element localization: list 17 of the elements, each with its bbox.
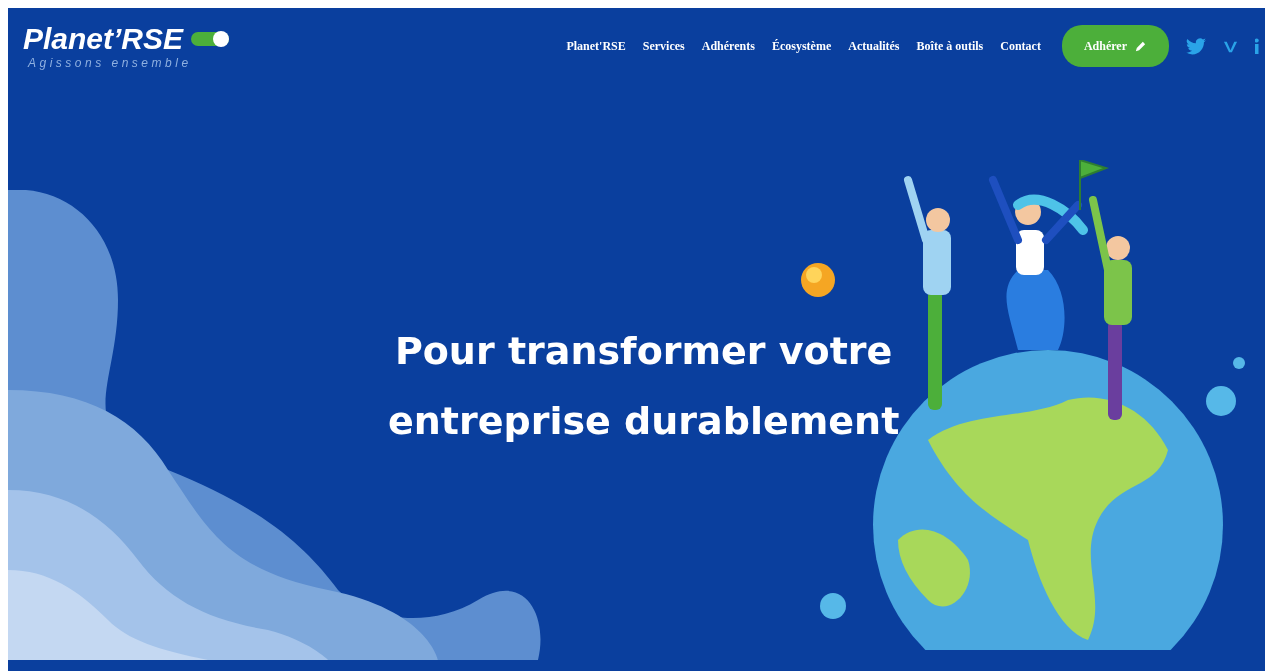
bubble-icon (1206, 386, 1236, 416)
nav-link[interactable]: Actualités (848, 38, 900, 54)
bubble-icon (820, 593, 846, 619)
nav-link[interactable]: Écosystème (771, 38, 832, 54)
pencil-icon (1134, 39, 1147, 53)
hero-headline: Pour transformer votre entreprise durablement (388, 328, 900, 445)
nav-link[interactable]: Contact (1000, 38, 1041, 54)
nav-link[interactable]: Planet'RSE (566, 38, 626, 54)
toggle-icon (191, 30, 232, 48)
nav-link[interactable]: Boîte à outils (916, 38, 984, 54)
twitter-bird-icon[interactable] (1186, 37, 1206, 55)
logo-tagline: Agissons ensemble (28, 56, 193, 70)
sun-icon (798, 260, 838, 300)
bubble-icon (1233, 357, 1245, 369)
logo-wordmark[interactable]: Planet’RSE (23, 22, 184, 56)
nav-link[interactable]: Services (642, 38, 685, 54)
nav-link[interactable]: Adhérents (701, 38, 755, 54)
